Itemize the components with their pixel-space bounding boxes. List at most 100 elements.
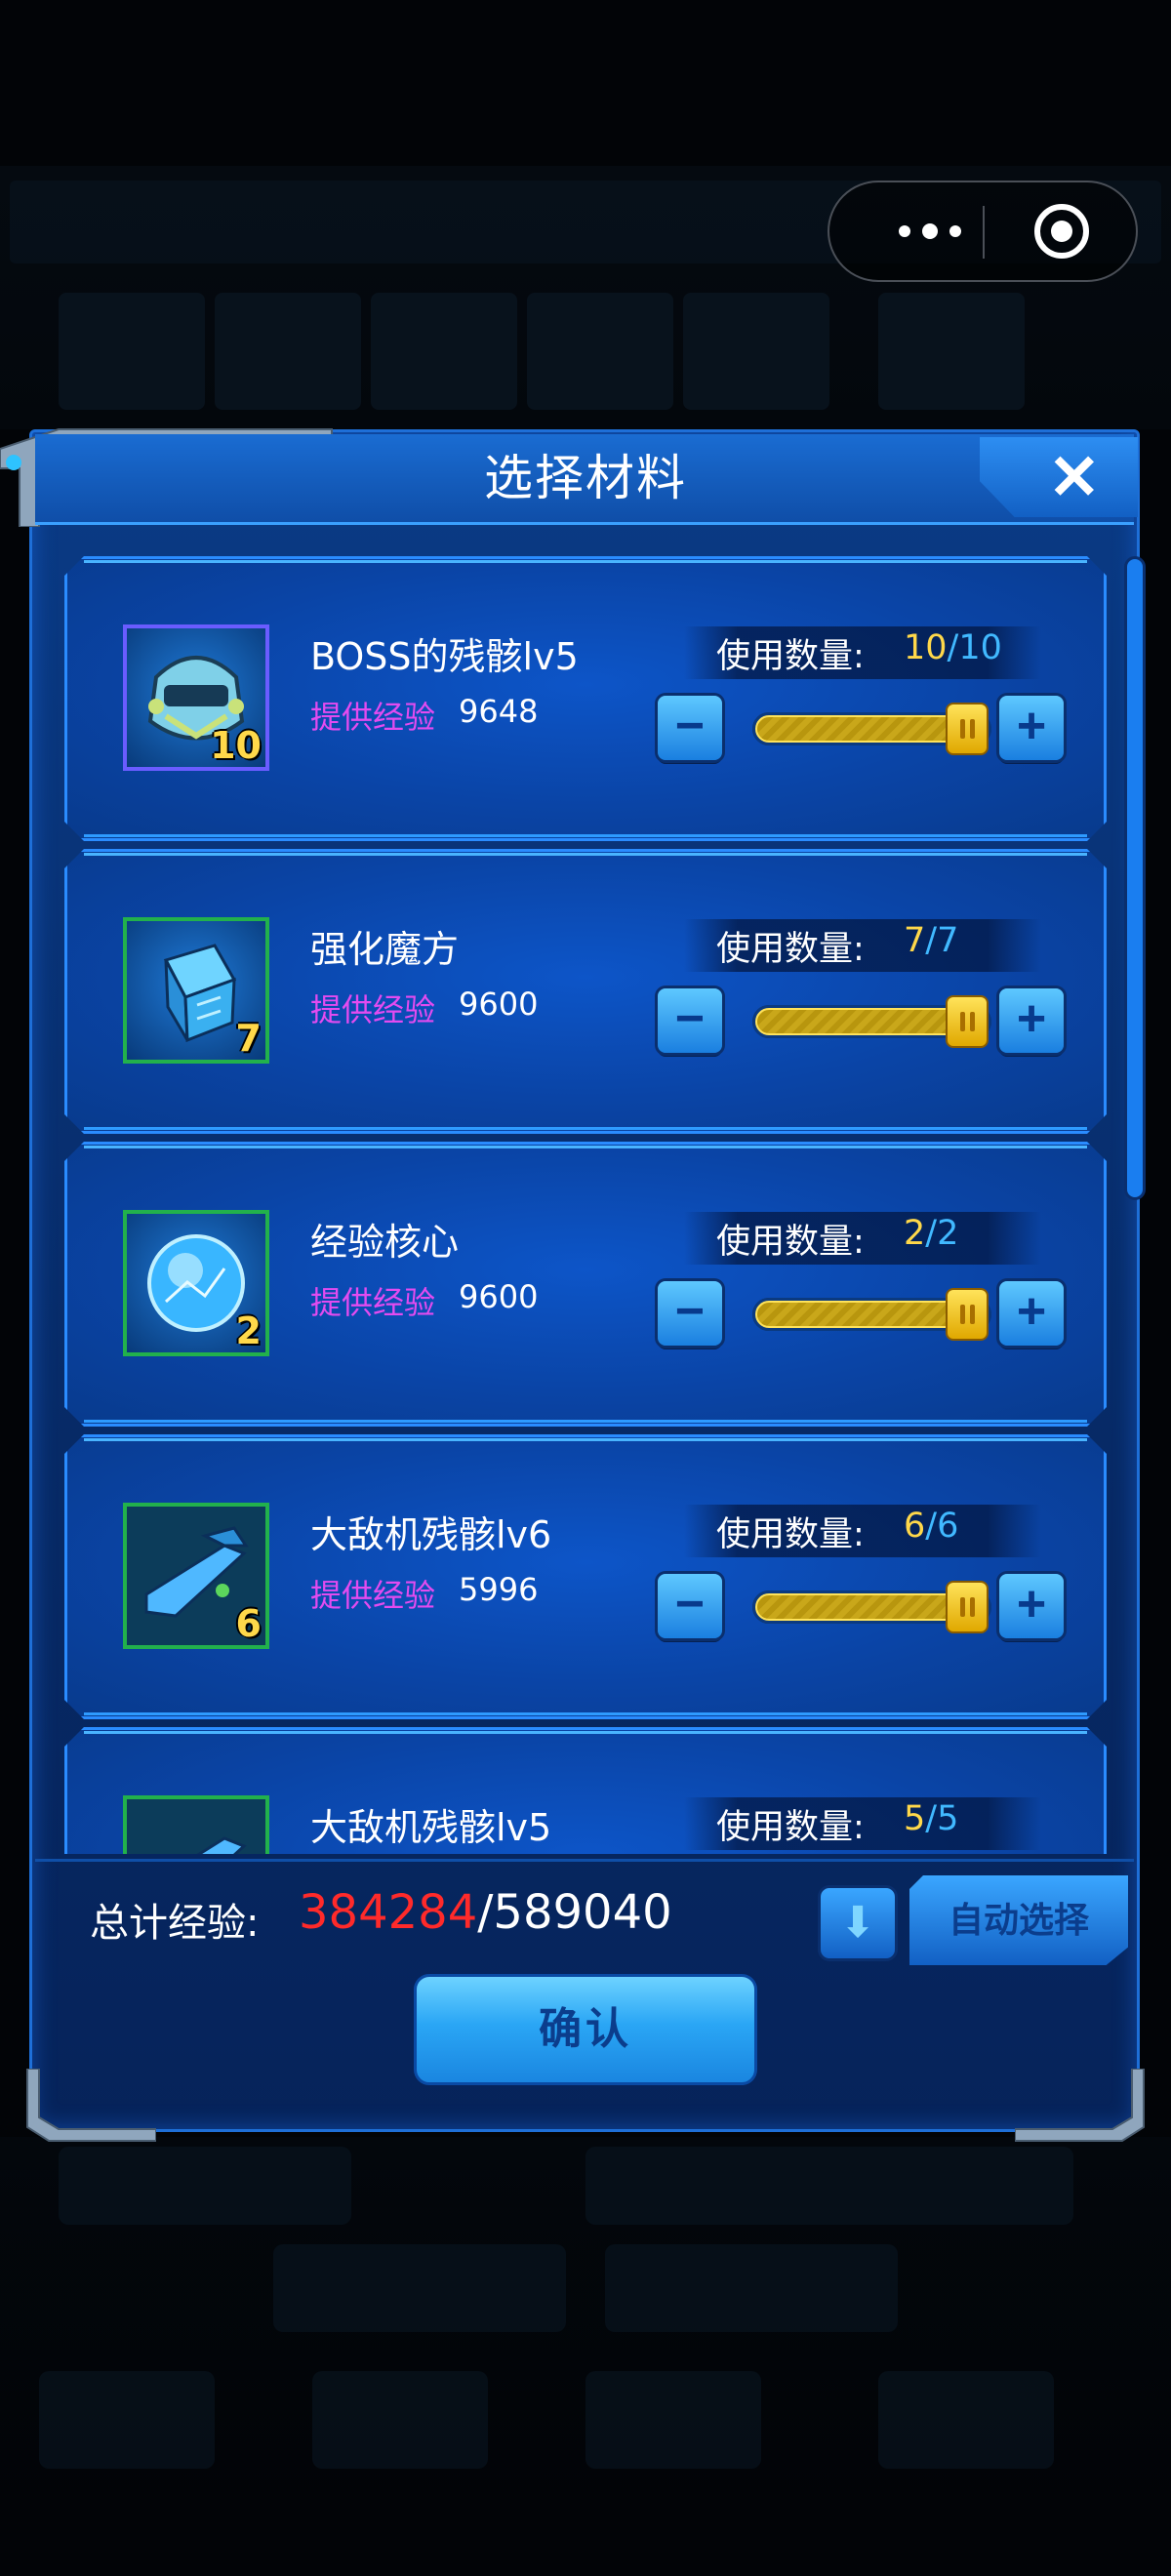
- quantity-current: 7: [904, 921, 926, 960]
- decrease-button[interactable]: −: [658, 696, 722, 760]
- cube-icon: 7: [123, 917, 269, 1064]
- footer-divider: [35, 1859, 1134, 1862]
- quantity-value: 6/6: [904, 1507, 958, 1546]
- total-exp-value: 384284/589040: [299, 1885, 672, 1940]
- quantity-current: 2: [904, 1214, 926, 1253]
- auto-select-label: 自动选择: [948, 1900, 1089, 1940]
- quantity-label: 使用数量:: [716, 930, 865, 969]
- miniprogram-capsule: [828, 181, 1138, 282]
- minus-icon: −: [674, 1283, 706, 1340]
- capsule-divider: [983, 206, 985, 259]
- quantity-value: 10/10: [904, 628, 1002, 667]
- slider-fill: [755, 1593, 970, 1621]
- exp-value: 9648: [459, 693, 539, 730]
- close-icon: ✕: [1048, 442, 1101, 512]
- quantity-label: 使用数量:: [716, 1515, 865, 1554]
- quantity-value: 7/7: [904, 921, 958, 960]
- quantity-value: 2/2: [904, 1214, 958, 1253]
- down-arrow-icon: ⬇: [839, 1899, 876, 1947]
- increase-button[interactable]: +: [999, 1281, 1064, 1346]
- slider-fill: [755, 1301, 970, 1328]
- material-list: 10 BOSS的残骸lv5 提供经验 9648 使用数量: 10/10 − + …: [64, 556, 1107, 1854]
- quantity-max: /10: [947, 628, 1002, 667]
- confirm-label: 确认: [539, 2005, 632, 2053]
- plus-icon: +: [1016, 1283, 1047, 1340]
- quantity-value: 5/5: [904, 1799, 958, 1838]
- item-count-badge: 2: [235, 1309, 262, 1352]
- decrease-button[interactable]: −: [658, 1574, 722, 1638]
- material-item: 大敌机残骸lv5 使用数量: 5/5: [64, 1727, 1107, 1854]
- energy-orb-icon: 2: [123, 1210, 269, 1356]
- quantity-current: 6: [904, 1507, 926, 1546]
- exp-value: 5996: [459, 1571, 539, 1608]
- material-item: 2 经验核心 提供经验 9600 使用数量: 2/2 − +: [64, 1142, 1107, 1427]
- item-name: 大敌机残骸lv6: [310, 1513, 552, 1556]
- slider-handle[interactable]: [946, 1581, 989, 1633]
- corner-ornament-icon: [1015, 2069, 1145, 2142]
- boss-helmet-icon: 10: [123, 624, 269, 771]
- background-slot: [371, 293, 517, 410]
- exp-value: 9600: [459, 1278, 539, 1315]
- slider-handle[interactable]: [946, 995, 989, 1048]
- item-count-badge: 6: [235, 1602, 262, 1645]
- quantity-current: 5: [904, 1799, 926, 1838]
- down-arrow-button[interactable]: ⬇: [818, 1885, 898, 1961]
- item-count-badge: 7: [235, 1017, 262, 1060]
- plus-icon: +: [1016, 698, 1047, 754]
- minus-icon: −: [674, 1576, 706, 1632]
- total-exp-current: 384284: [299, 1885, 478, 1940]
- item-name: BOSS的残骸lv5: [310, 635, 579, 678]
- background-slot: [527, 293, 673, 410]
- background-game-footer: [0, 2137, 1171, 2508]
- background-slot: [59, 293, 205, 410]
- ship-wreck-icon: [123, 1795, 269, 1854]
- material-item: 10 BOSS的残骸lv5 提供经验 9648 使用数量: 10/10 − +: [64, 556, 1107, 841]
- slider-handle[interactable]: [946, 703, 989, 755]
- decrease-button[interactable]: −: [658, 988, 722, 1053]
- exp-label: 提供经验: [310, 991, 436, 1028]
- quantity-label: 使用数量:: [716, 1223, 865, 1262]
- quantity-max: /6: [925, 1507, 959, 1546]
- total-exp-max: /589040: [477, 1885, 672, 1940]
- quantity-slider[interactable]: [752, 995, 991, 1048]
- increase-button[interactable]: +: [999, 988, 1064, 1053]
- background-slot: [878, 293, 1025, 410]
- plus-icon: +: [1016, 990, 1047, 1047]
- quantity-current: 10: [904, 628, 948, 667]
- auto-select-button[interactable]: 自动选择: [909, 1875, 1128, 1965]
- item-name: 经验核心: [310, 1221, 460, 1264]
- total-exp-label: 总计经验:: [90, 1901, 260, 1946]
- slider-handle[interactable]: [946, 1288, 989, 1341]
- increase-button[interactable]: +: [999, 1574, 1064, 1638]
- item-name: 强化魔方: [310, 928, 460, 971]
- exp-label: 提供经验: [310, 699, 436, 736]
- quantity-label: 使用数量:: [716, 1808, 865, 1847]
- quantity-label: 使用数量:: [716, 637, 865, 676]
- more-dots-icon[interactable]: [876, 182, 984, 280]
- quantity-slider[interactable]: [752, 1581, 991, 1633]
- quantity-max: /7: [925, 921, 959, 960]
- background-slot: [215, 293, 361, 410]
- corner-ornament-icon: [26, 2069, 156, 2142]
- quantity-slider[interactable]: [752, 703, 991, 755]
- material-item: 7 强化魔方 提供经验 9600 使用数量: 7/7 − +: [64, 849, 1107, 1134]
- item-name: 大敌机残骸lv5: [310, 1806, 552, 1849]
- exp-label: 提供经验: [310, 1577, 436, 1614]
- slider-fill: [755, 1008, 970, 1035]
- item-count-badge: 10: [210, 724, 262, 767]
- ship-wreck-icon: 6: [123, 1503, 269, 1649]
- quantity-slider[interactable]: [752, 1288, 991, 1341]
- slider-fill: [755, 715, 970, 743]
- list-scrollbar[interactable]: [1124, 556, 1146, 1200]
- decrease-button[interactable]: −: [658, 1281, 722, 1346]
- exp-value: 9600: [459, 986, 539, 1023]
- minus-icon: −: [674, 990, 706, 1047]
- material-item: 6 大敌机残骸lv6 提供经验 5996 使用数量: 6/6 − +: [64, 1434, 1107, 1719]
- confirm-button[interactable]: 确认: [414, 1974, 757, 2085]
- increase-button[interactable]: +: [999, 696, 1064, 760]
- target-circle-icon[interactable]: [1034, 204, 1089, 259]
- plus-icon: +: [1016, 1576, 1047, 1632]
- close-button[interactable]: ✕: [980, 437, 1138, 517]
- exp-label: 提供经验: [310, 1284, 436, 1321]
- background-slot: [683, 293, 829, 410]
